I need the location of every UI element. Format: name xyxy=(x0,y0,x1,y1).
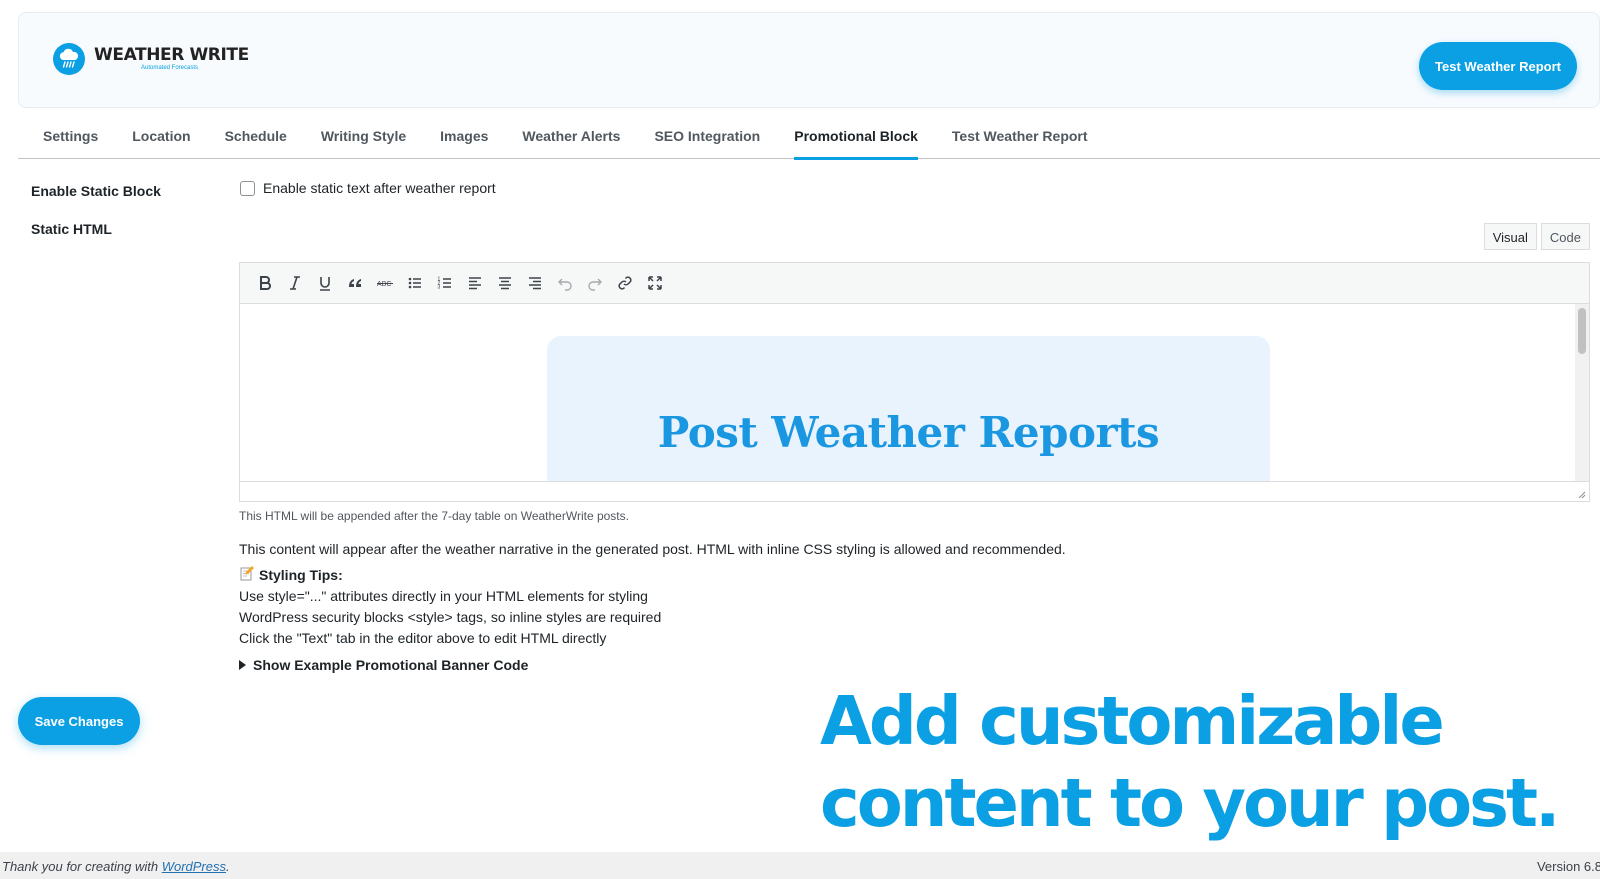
tab-weather-alerts[interactable]: Weather Alerts xyxy=(522,115,620,159)
underline-icon[interactable] xyxy=(310,269,340,297)
enable-static-block-text: Enable static text after weather report xyxy=(263,180,496,196)
editor-content-area[interactable]: Post Weather Reports xyxy=(240,304,1589,482)
tab-settings[interactable]: Settings xyxy=(43,115,98,159)
overlay-line-2: content to your post. xyxy=(820,764,1560,842)
show-example-label: Show Example Promotional Banner Code xyxy=(253,657,529,673)
footer-thanks-prefix: Thank you for creating with xyxy=(2,859,162,874)
tab-images[interactable]: Images xyxy=(440,115,488,159)
tab-test-weather-report[interactable]: Test Weather Report xyxy=(952,115,1088,159)
footer-version: Version 6.8 xyxy=(1536,859,1600,874)
overlay-line-1: Add customizable xyxy=(820,682,1445,760)
tab-location[interactable]: Location xyxy=(132,115,190,159)
enable-static-block-field[interactable]: Enable static text after weather report xyxy=(240,180,496,196)
tab-visual[interactable]: Visual xyxy=(1483,223,1537,250)
static-html-label: Static HTML xyxy=(31,221,112,237)
link-icon[interactable] xyxy=(610,269,640,297)
tab-writing-style[interactable]: Writing Style xyxy=(321,115,406,159)
promo-banner-title: Post Weather Reports xyxy=(657,408,1160,457)
italic-icon[interactable] xyxy=(280,269,310,297)
memo-icon xyxy=(239,565,255,584)
tab-code[interactable]: Code xyxy=(1540,223,1590,250)
editor-status-bar xyxy=(240,482,1589,501)
styling-tip: Use style="..." attributes directly in y… xyxy=(239,588,648,604)
tab-promotional-block[interactable]: Promotional Block xyxy=(794,115,918,160)
html-editor: ABC 123 Post Weather Reports xyxy=(239,262,1590,502)
help-description: This content will appear after the weath… xyxy=(239,541,1066,557)
fullscreen-icon[interactable] xyxy=(640,269,670,297)
enable-static-block-label: Enable Static Block xyxy=(31,183,161,199)
wordpress-link[interactable]: WordPress xyxy=(162,859,226,874)
resize-handle-icon[interactable] xyxy=(1576,489,1586,499)
footer-thanks-suffix: . xyxy=(226,859,230,874)
logo-title: WEATHER WRITE xyxy=(94,45,249,65)
editor-scroll-thumb[interactable] xyxy=(1578,308,1586,354)
strikethrough-icon[interactable]: ABC xyxy=(370,269,400,297)
align-right-icon[interactable] xyxy=(520,269,550,297)
editor-mode-tabs: Visual Code xyxy=(1480,223,1590,250)
editor-scrollbar[interactable] xyxy=(1575,304,1589,481)
cloud-rain-icon xyxy=(53,43,85,75)
marketing-overlay: Add customizable content to your post. xyxy=(820,680,1580,844)
show-example-toggle[interactable]: Show Example Promotional Banner Code xyxy=(239,657,528,673)
align-left-icon[interactable] xyxy=(460,269,490,297)
editor-hint: This HTML will be appended after the 7-d… xyxy=(239,509,629,523)
plugin-header: WEATHER WRITE Automated Forecasts Test W… xyxy=(18,12,1600,108)
admin-footer: Thank you for creating with WordPress. V… xyxy=(0,852,1600,879)
enable-static-block-checkbox[interactable] xyxy=(240,180,255,196)
redo-icon[interactable] xyxy=(580,269,610,297)
blockquote-icon[interactable] xyxy=(340,269,370,297)
settings-tabs: Settings Location Schedule Writing Style… xyxy=(18,115,1600,160)
styling-tips-heading: Styling Tips: xyxy=(239,565,343,584)
svg-text:3: 3 xyxy=(438,285,441,291)
caret-right-icon xyxy=(239,660,246,670)
test-weather-report-button[interactable]: Test Weather Report xyxy=(1419,42,1577,90)
styling-tips-label: Styling Tips: xyxy=(259,566,343,583)
save-changes-button[interactable]: Save Changes xyxy=(18,697,140,745)
logo-subtitle: Automated Forecasts xyxy=(141,65,199,71)
styling-tip: WordPress security blocks <style> tags, … xyxy=(239,609,662,625)
align-center-icon[interactable] xyxy=(490,269,520,297)
bold-icon[interactable] xyxy=(250,269,280,297)
tab-seo-integration[interactable]: SEO Integration xyxy=(654,115,760,159)
logo: WEATHER WRITE Automated Forecasts xyxy=(53,43,249,75)
footer-thanks: Thank you for creating with WordPress. xyxy=(2,859,230,874)
editor-toolbar: ABC 123 xyxy=(240,263,1589,304)
undo-icon[interactable] xyxy=(550,269,580,297)
bullet-list-icon[interactable] xyxy=(400,269,430,297)
svg-text:ABC: ABC xyxy=(377,281,391,288)
numbered-list-icon[interactable]: 123 xyxy=(430,269,460,297)
tab-schedule[interactable]: Schedule xyxy=(225,115,287,159)
styling-tip: Click the "Text" tab in the editor above… xyxy=(239,630,607,646)
promo-banner-preview: Post Weather Reports xyxy=(547,336,1270,481)
